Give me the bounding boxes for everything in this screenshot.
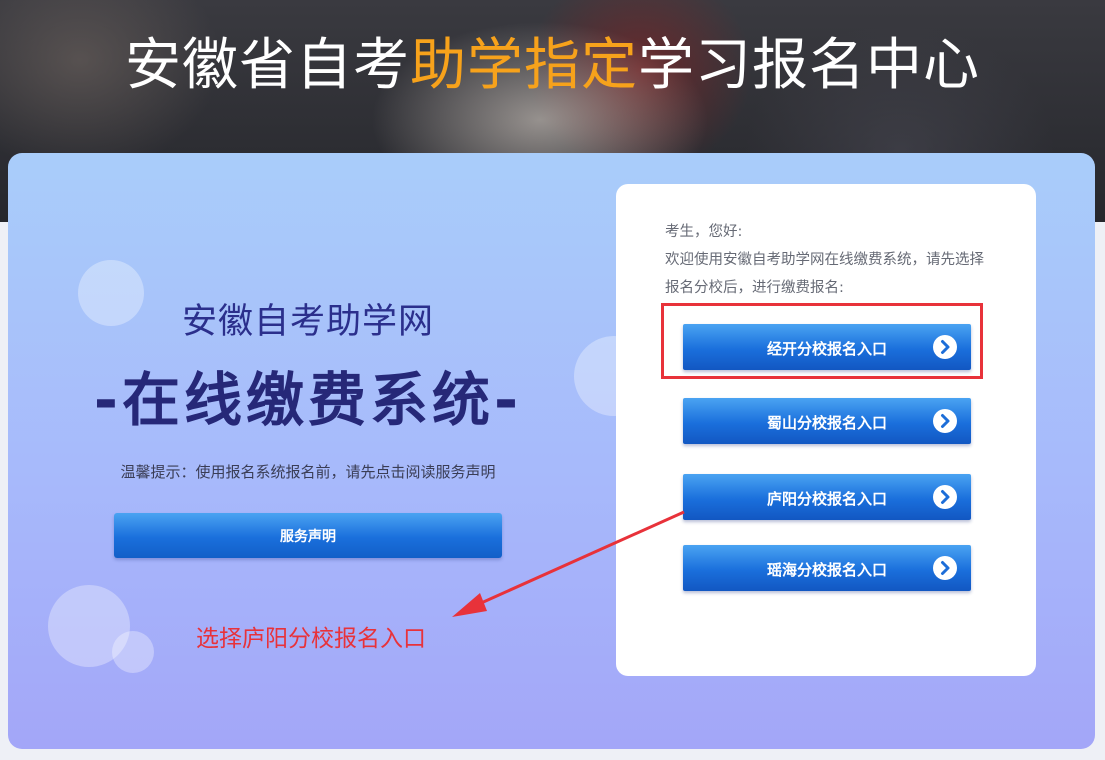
entry-button-luyang[interactable]: 庐阳分校报名入口: [683, 474, 971, 520]
site-name: 安徽自考助学网: [181, 302, 434, 342]
entry-label: 瑶海分校报名入口: [766, 561, 887, 579]
decor-bubble: [112, 631, 154, 673]
entry-label: 庐阳分校报名入口: [766, 490, 887, 508]
chevron-right-circle-icon: [933, 335, 957, 359]
greeting-line-1: 考生，您好:: [665, 224, 743, 240]
entry-button-yaohai[interactable]: 瑶海分校报名入口: [683, 545, 971, 591]
entry-label: 蜀山分校报名入口: [766, 414, 887, 432]
entry-card: 考生，您好: 欢迎使用安徽自考助学网在线缴费系统，请先选择报名分校后，进行缴费报…: [616, 184, 1036, 676]
entry-button-jingkai[interactable]: 经开分校报名入口: [683, 324, 971, 370]
greeting: 考生，您好: 欢迎使用安徽自考助学网在线缴费系统，请先选择报名分校后，进行缴费报…: [665, 218, 995, 302]
title-part-2: 学习报名中心: [638, 33, 980, 98]
title-part-1: 安徽省自考: [125, 33, 410, 98]
chevron-right-circle-icon: [933, 485, 957, 509]
title-highlight: 助学指定: [410, 33, 638, 98]
entry-button-shushan[interactable]: 蜀山分校报名入口: [683, 398, 971, 444]
entry-label: 经开分校报名入口: [766, 340, 887, 358]
notice-tip: 温馨提示：使用报名系统报名前，请先点击阅读服务声明: [120, 463, 496, 481]
chevron-right-circle-icon: [933, 409, 957, 433]
annotation-text: 选择庐阳分校报名入口: [196, 626, 426, 652]
main-panel: 安徽自考助学网 -在线缴费系统- 温馨提示：使用报名系统报名前，请先点击阅读服务…: [8, 153, 1095, 749]
service-statement-button[interactable]: 服务声明: [114, 513, 502, 558]
system-title: -在线缴费系统-: [93, 366, 523, 434]
page-title: 安徽省自考助学指定学习报名中心: [0, 30, 1105, 102]
chevron-right-circle-icon: [933, 556, 957, 580]
greeting-line-2: 欢迎使用安徽自考助学网在线缴费系统，请先选择报名分校后，进行缴费报名:: [665, 252, 984, 296]
